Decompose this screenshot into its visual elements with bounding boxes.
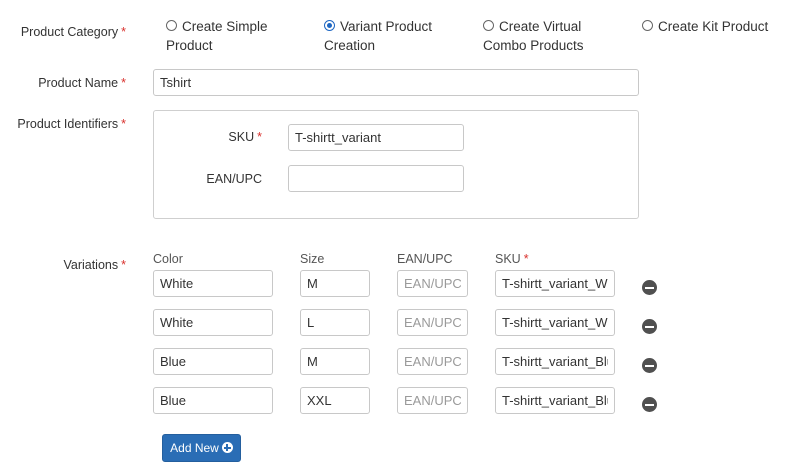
required-marker: * [523, 252, 529, 266]
variation-ean-input[interactable] [397, 270, 468, 297]
variation-size-input[interactable] [300, 270, 370, 297]
sku-header-text: SKU [495, 252, 521, 266]
product-identifiers-label: Product Identifiers * [0, 117, 126, 131]
sku-text: SKU [228, 130, 255, 144]
required-marker: * [121, 25, 126, 39]
column-header-sku: SKU * [495, 252, 529, 266]
variations-text: Variations [63, 258, 119, 272]
variation-sku-input[interactable] [495, 309, 615, 336]
radio-label: Create Kit Product [658, 19, 769, 34]
radio-label-line-2: Product [166, 38, 213, 53]
required-marker: * [257, 130, 262, 144]
product-name-text: Product Name [38, 76, 119, 90]
variation-color-input[interactable] [153, 387, 273, 414]
variation-size-input[interactable] [300, 309, 370, 336]
variation-sku-input[interactable] [495, 348, 615, 375]
required-marker: * [121, 258, 126, 272]
plus-circle-icon [221, 442, 233, 454]
column-header-size: Size [300, 252, 325, 266]
add-new-label: Add New [170, 441, 219, 455]
radio-label-line-1: Variant Product [340, 19, 433, 34]
remove-row-icon[interactable] [642, 358, 657, 373]
radio-label-line-2: Creation [324, 38, 376, 53]
ean-upc-label: EAN/UPC [160, 172, 262, 186]
product-identifiers-text: Product Identifiers [17, 117, 119, 131]
variation-size-input[interactable] [300, 348, 370, 375]
product-category-text: Product Category [20, 25, 119, 39]
add-new-variation-button[interactable]: Add New [162, 434, 241, 462]
column-header-color: Color [153, 252, 183, 266]
variation-ean-input[interactable] [397, 309, 468, 336]
remove-row-icon[interactable] [642, 280, 657, 295]
radio-selected-icon[interactable] [324, 20, 335, 31]
product-category-label: Product Category * [0, 25, 126, 39]
required-marker: * [121, 76, 126, 90]
variation-color-input[interactable] [153, 309, 273, 336]
radio-button-icon[interactable] [642, 20, 653, 31]
variation-sku-input[interactable] [495, 387, 615, 414]
ean-upc-text: EAN/UPC [206, 172, 262, 186]
sku-input[interactable] [288, 124, 464, 151]
variation-color-input[interactable] [153, 348, 273, 375]
column-header-ean-upc: EAN/UPC [397, 252, 453, 266]
product-name-label: Product Name * [0, 76, 126, 90]
remove-row-icon[interactable] [642, 397, 657, 412]
remove-row-icon[interactable] [642, 319, 657, 334]
variations-label: Variations * [0, 258, 126, 272]
variation-size-input[interactable] [300, 387, 370, 414]
radio-label-line-2: Combo Products [483, 38, 584, 53]
variation-ean-input[interactable] [397, 387, 468, 414]
variation-sku-input[interactable] [495, 270, 615, 297]
sku-label: SKU * [160, 130, 262, 144]
ean-upc-input[interactable] [288, 165, 464, 192]
variation-ean-input[interactable] [397, 348, 468, 375]
product-name-input[interactable] [153, 69, 639, 96]
radio-button-icon[interactable] [483, 20, 494, 31]
radio-label-line-1: Create Simple [182, 19, 268, 34]
radio-label-line-1: Create Virtual [499, 19, 582, 34]
required-marker: * [121, 117, 126, 131]
radio-button-icon[interactable] [166, 20, 177, 31]
variation-color-input[interactable] [153, 270, 273, 297]
